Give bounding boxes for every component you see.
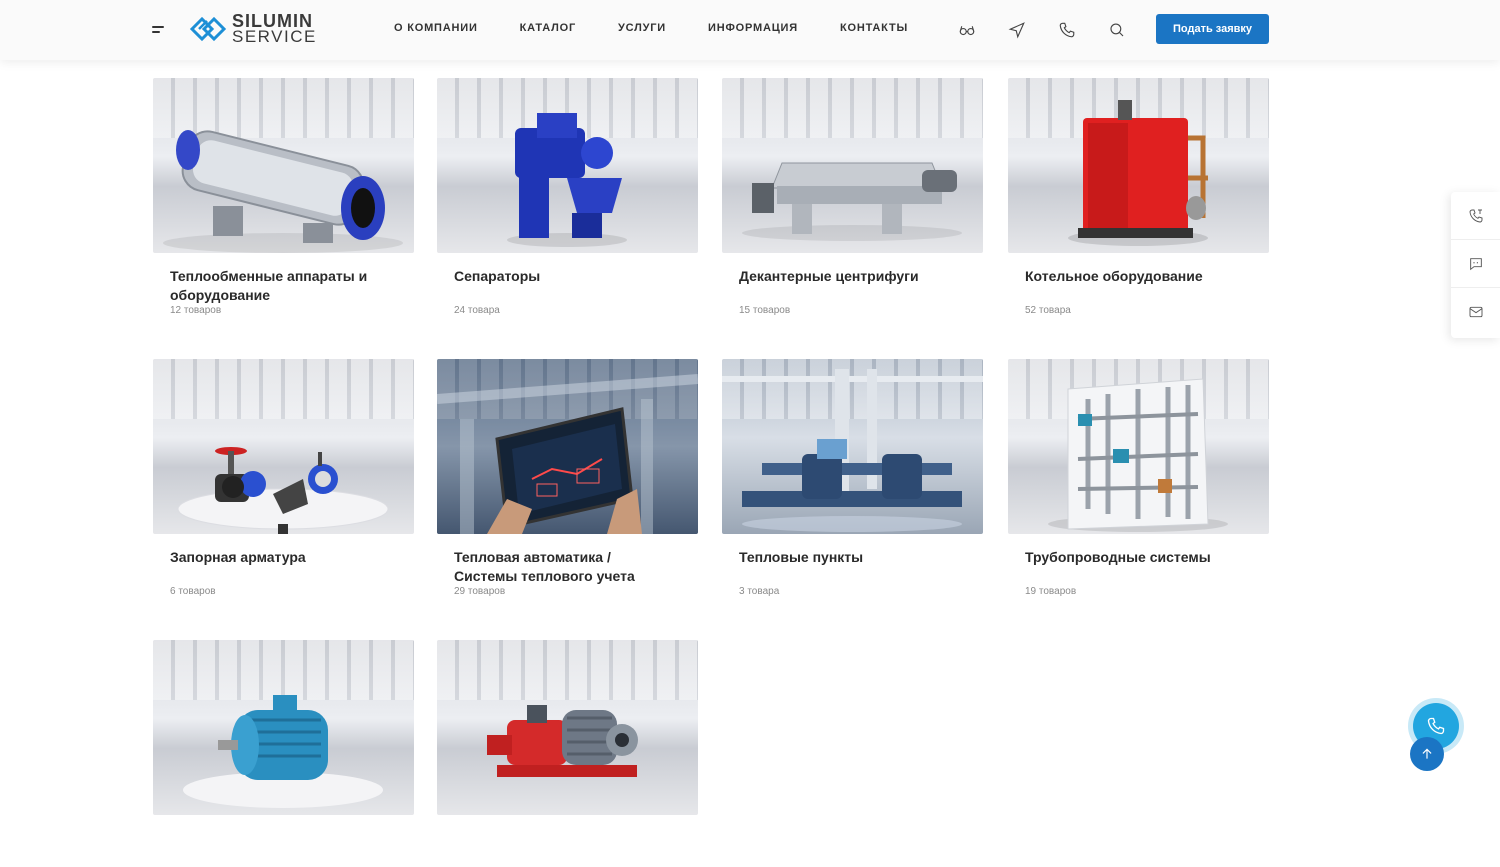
logo-line2: SERVICE <box>232 27 317 46</box>
header-icons <box>955 18 1129 42</box>
category-count: 24 товара <box>454 305 500 316</box>
category-card[interactable]: Сепараторы 24 товара <box>437 78 698 316</box>
category-card[interactable] <box>437 640 698 867</box>
nav-catalog[interactable]: КАТАЛОГ <box>520 22 576 34</box>
category-count: 12 товаров <box>170 305 222 316</box>
category-title[interactable]: Сепараторы <box>454 267 674 305</box>
submit-request-button[interactable]: Подать заявку <box>1156 14 1269 44</box>
category-image-heat-substation[interactable] <box>722 359 983 534</box>
logo[interactable]: SILUMIN SERVICE <box>188 12 317 46</box>
category-title[interactable]: Трубопроводные системы <box>1025 548 1245 586</box>
callback-icon[interactable] <box>1451 192 1500 240</box>
category-card[interactable]: Декантерные центрифуги 15 товаров <box>722 78 983 316</box>
glasses-icon[interactable] <box>955 18 979 42</box>
category-count: 52 товара <box>1025 305 1071 316</box>
arrow-up-icon <box>1422 748 1432 759</box>
category-count: 3 товара <box>739 586 780 597</box>
category-title[interactable]: Тепловая автоматика / Системы теплового … <box>454 548 674 586</box>
nav-contacts[interactable]: КОНТАКТЫ <box>840 22 908 34</box>
category-title[interactable]: Декантерные центрифуги <box>739 267 959 305</box>
category-title[interactable] <box>454 829 674 867</box>
category-card[interactable]: Тепловая автоматика / Системы теплового … <box>437 359 698 597</box>
scroll-top-button[interactable] <box>1410 737 1444 771</box>
side-contact-widget <box>1451 192 1500 338</box>
mail-icon[interactable] <box>1451 288 1500 336</box>
category-image-separator[interactable] <box>437 78 698 253</box>
phone-icon <box>1427 717 1445 735</box>
nav-services[interactable]: УСЛУГИ <box>618 22 666 34</box>
nav-info[interactable]: ИНФОРМАЦИЯ <box>708 22 798 34</box>
category-count: 19 товаров <box>1025 586 1077 597</box>
category-card[interactable]: Теплообменные аппараты и оборудование 12… <box>153 78 414 316</box>
category-image-pump-unit[interactable] <box>437 640 698 815</box>
category-count: 29 товаров <box>454 586 506 597</box>
category-card[interactable]: Котельное оборудование 52 товара <box>1008 78 1269 316</box>
menu-icon[interactable] <box>152 26 166 34</box>
main-nav: О КОМПАНИИ КАТАЛОГ УСЛУГИ ИНФОРМАЦИЯ КОН… <box>394 22 950 34</box>
chat-icon[interactable] <box>1451 240 1500 288</box>
nav-about[interactable]: О КОМПАНИИ <box>394 22 478 34</box>
category-image-boiler[interactable] <box>1008 78 1269 253</box>
category-card[interactable]: Тепловые пункты 3 товара <box>722 359 983 597</box>
logo-mark-icon <box>189 16 227 42</box>
category-image-decanter-centrifuge[interactable] <box>722 78 983 253</box>
category-title[interactable]: Запорная арматура <box>170 548 390 586</box>
category-image-tablet-automation[interactable] <box>437 359 698 534</box>
category-title[interactable] <box>170 829 390 867</box>
category-image-electric-motor[interactable] <box>153 640 414 815</box>
category-count: 6 товаров <box>170 586 216 597</box>
category-image-piping-system[interactable] <box>1008 359 1269 534</box>
category-image-heat-exchanger[interactable] <box>153 78 414 253</box>
site-header: SILUMIN SERVICE О КОМПАНИИ КАТАЛОГ УСЛУГ… <box>0 0 1500 60</box>
category-count: 15 товаров <box>739 305 791 316</box>
category-card[interactable]: Запорная арматура 6 товаров <box>153 359 414 597</box>
category-card[interactable] <box>153 640 414 867</box>
category-title[interactable]: Котельное оборудование <box>1025 267 1245 305</box>
category-image-valves[interactable] <box>153 359 414 534</box>
phone-icon[interactable] <box>1055 18 1079 42</box>
search-icon[interactable] <box>1105 18 1129 42</box>
category-title[interactable]: Теплообменные аппараты и оборудование <box>170 267 390 305</box>
category-card[interactable]: Трубопроводные системы 19 товаров <box>1008 359 1269 597</box>
category-title[interactable]: Тепловые пункты <box>739 548 959 586</box>
send-icon[interactable] <box>1005 18 1029 42</box>
